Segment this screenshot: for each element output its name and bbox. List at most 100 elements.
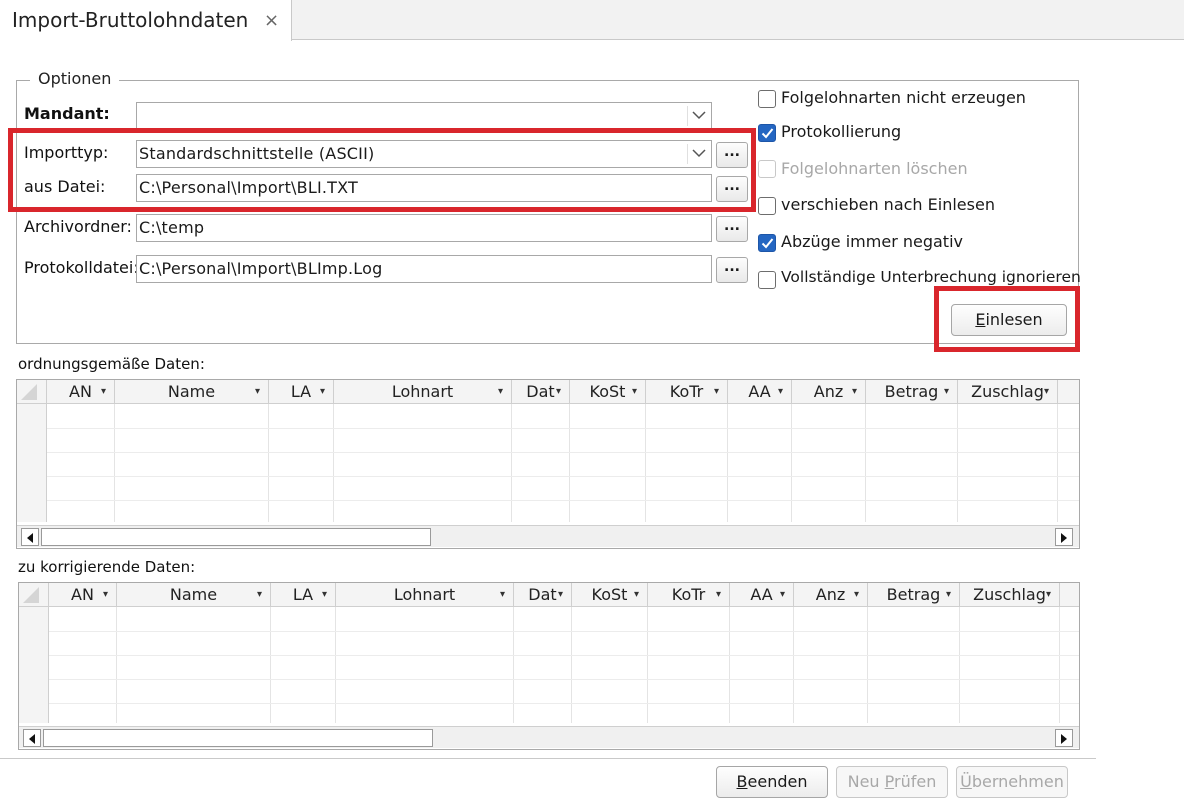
column-header-lohnart[interactable]: Lohnart ▾ (334, 380, 512, 404)
scrollbar-thumb[interactable] (41, 528, 431, 546)
column-label: Lohnart (393, 585, 456, 604)
dropdown-icon[interactable]: ▾ (944, 380, 949, 403)
column-label: Anz (813, 382, 844, 401)
column-header-kost[interactable]: KoSt ▾ (570, 380, 646, 404)
dropdown-icon[interactable]: ▾ (852, 380, 857, 403)
dropdown-icon[interactable]: ▾ (498, 380, 503, 403)
column-label: LA (290, 382, 312, 401)
mandant-combo[interactable] (136, 102, 712, 130)
checkbox-folgelohnarten-loeschen[interactable] (758, 160, 776, 178)
grid-row-line (47, 476, 1079, 477)
row-indicator-header[interactable] (19, 583, 49, 607)
checkbox-label: Folgelohnarten nicht erzeugen (781, 88, 1026, 107)
checkbox-vollstaendige-unterbrechung-ignorieren[interactable] (758, 271, 776, 289)
grid-row-line (47, 500, 1079, 501)
chevron-down-icon[interactable] (687, 106, 709, 126)
scroll-right-icon[interactable] (1055, 729, 1073, 747)
dropdown-icon[interactable]: ▾ (101, 380, 106, 403)
column-header-betrag[interactable]: Betrag ▾ (866, 380, 958, 404)
dropdown-icon[interactable]: ▾ (1046, 583, 1051, 606)
grid-row-line (49, 679, 1079, 680)
column-header-lohnart[interactable]: Lohnart ▾ (336, 583, 514, 607)
column-label: KoSt (591, 585, 628, 604)
tab-import-bruttolohndaten[interactable]: Import-Bruttolohndaten × (0, 0, 292, 41)
dropdown-icon[interactable]: ▾ (634, 583, 639, 606)
horizontal-scrollbar[interactable] (19, 726, 1079, 748)
column-header-kost[interactable]: KoSt ▾ (572, 583, 648, 607)
protokolldatei-input[interactable]: C:\Personal\Import\BLImp.Log (136, 255, 712, 283)
column-header-betrag[interactable]: Betrag ▾ (868, 583, 960, 607)
column-header-kotr[interactable]: KoTr ▾ (646, 380, 728, 404)
column-header-anz[interactable]: Anz ▾ (792, 380, 866, 404)
dropdown-icon[interactable]: ▾ (103, 583, 108, 606)
highlight-import-fields (8, 128, 756, 212)
dropdown-icon[interactable]: ▾ (1044, 380, 1049, 403)
horizontal-scrollbar[interactable] (17, 525, 1079, 547)
column-header-name[interactable]: Name ▾ (115, 380, 269, 404)
beenden-button[interactable]: Beenden (716, 766, 828, 798)
checkbox-label: Folgelohnarten löschen (781, 159, 968, 178)
grid-ordnungsgemaesse-daten[interactable]: AN ▾ Name ▾ LA ▾ Lohnart ▾ Dat ▾ KoSt ▾ KoTr ▾ AA ▾ Anz ▾… (16, 379, 1080, 549)
archivordner-browse-button[interactable]: ... (716, 216, 748, 242)
scroll-left-icon[interactable] (23, 729, 41, 747)
grid-zu-korrigierende-daten[interactable]: AN ▾ Name ▾ LA ▾ Lohnart ▾ Dat ▾ KoSt ▾ KoTr ▾ AA ▾ Anz ▾… (18, 582, 1080, 750)
column-label: Dat (528, 585, 557, 604)
grid-column-line (729, 607, 730, 723)
row-indicator-column (19, 607, 49, 723)
dropdown-icon[interactable]: ▾ (946, 583, 951, 606)
dropdown-icon[interactable]: ▾ (558, 583, 563, 606)
dropdown-icon[interactable]: ▾ (255, 380, 260, 403)
dropdown-icon[interactable]: ▾ (778, 380, 783, 403)
mandant-label: Mandant: (24, 104, 110, 123)
archivordner-input[interactable]: C:\temp (136, 214, 712, 242)
checkbox-abzuege-immer-negativ[interactable] (758, 234, 776, 252)
grid-row-line (49, 703, 1079, 704)
dropdown-icon[interactable]: ▾ (714, 380, 719, 403)
column-header-an[interactable]: AN ▾ (47, 380, 115, 404)
scroll-right-icon[interactable] (1055, 528, 1073, 546)
column-label: KoTr (671, 585, 706, 604)
dropdown-icon[interactable]: ▾ (716, 583, 721, 606)
grid-row-line (49, 631, 1079, 632)
grid-column-line (116, 607, 117, 723)
column-header-kotr[interactable]: KoTr ▾ (648, 583, 730, 607)
column-header-anz[interactable]: Anz ▾ (794, 583, 868, 607)
dropdown-icon[interactable]: ▾ (320, 380, 325, 403)
dropdown-icon[interactable]: ▾ (556, 380, 561, 403)
scrollbar-thumb[interactable] (43, 729, 433, 747)
dropdown-icon[interactable]: ▾ (500, 583, 505, 606)
column-label: AN (69, 382, 92, 401)
row-indicator-header[interactable] (17, 380, 47, 404)
checkbox-verschieben-nach-einlesen[interactable] (758, 197, 776, 215)
close-icon[interactable]: × (264, 10, 279, 31)
protokolldatei-browse-button[interactable]: ... (716, 257, 748, 283)
dropdown-icon[interactable]: ▾ (632, 380, 637, 403)
protokolldatei-label: Protokolldatei: (24, 258, 139, 277)
dropdown-icon[interactable]: ▾ (322, 583, 327, 606)
grid-row-line (49, 655, 1079, 656)
neu-pruefen-button[interactable]: Neu Prüfen (836, 766, 948, 798)
column-header-zuschlag[interactable]: Zuschlag ▾ (960, 583, 1060, 607)
uebernehmen-button[interactable]: Übernehmen (956, 766, 1068, 798)
column-header-aa[interactable]: AA ▾ (730, 583, 794, 607)
column-header-la[interactable]: LA ▾ (271, 583, 336, 607)
dropdown-icon[interactable]: ▾ (780, 583, 785, 606)
scroll-left-icon[interactable] (21, 528, 39, 546)
column-label: LA (292, 585, 314, 604)
column-header-la[interactable]: LA ▾ (269, 380, 334, 404)
checkbox-protokollierung[interactable] (758, 124, 776, 142)
column-header-an[interactable]: AN ▾ (49, 583, 117, 607)
options-legend: Optionen (30, 69, 120, 88)
column-header-zuschlag[interactable]: Zuschlag ▾ (958, 380, 1058, 404)
checkbox-folgelohnarten-nicht-erzeugen[interactable] (758, 90, 776, 108)
column-label: AA (750, 585, 773, 604)
dropdown-icon[interactable]: ▾ (854, 583, 859, 606)
grid-column-line (727, 404, 728, 522)
grid-row-line (47, 428, 1079, 429)
column-header-dat[interactable]: Dat ▾ (512, 380, 570, 404)
column-header-aa[interactable]: AA ▾ (728, 380, 792, 404)
dropdown-icon[interactable]: ▾ (257, 583, 262, 606)
column-header-name[interactable]: Name ▾ (117, 583, 271, 607)
checkbox-label: Abzüge immer negativ (781, 232, 963, 251)
column-header-dat[interactable]: Dat ▾ (514, 583, 572, 607)
